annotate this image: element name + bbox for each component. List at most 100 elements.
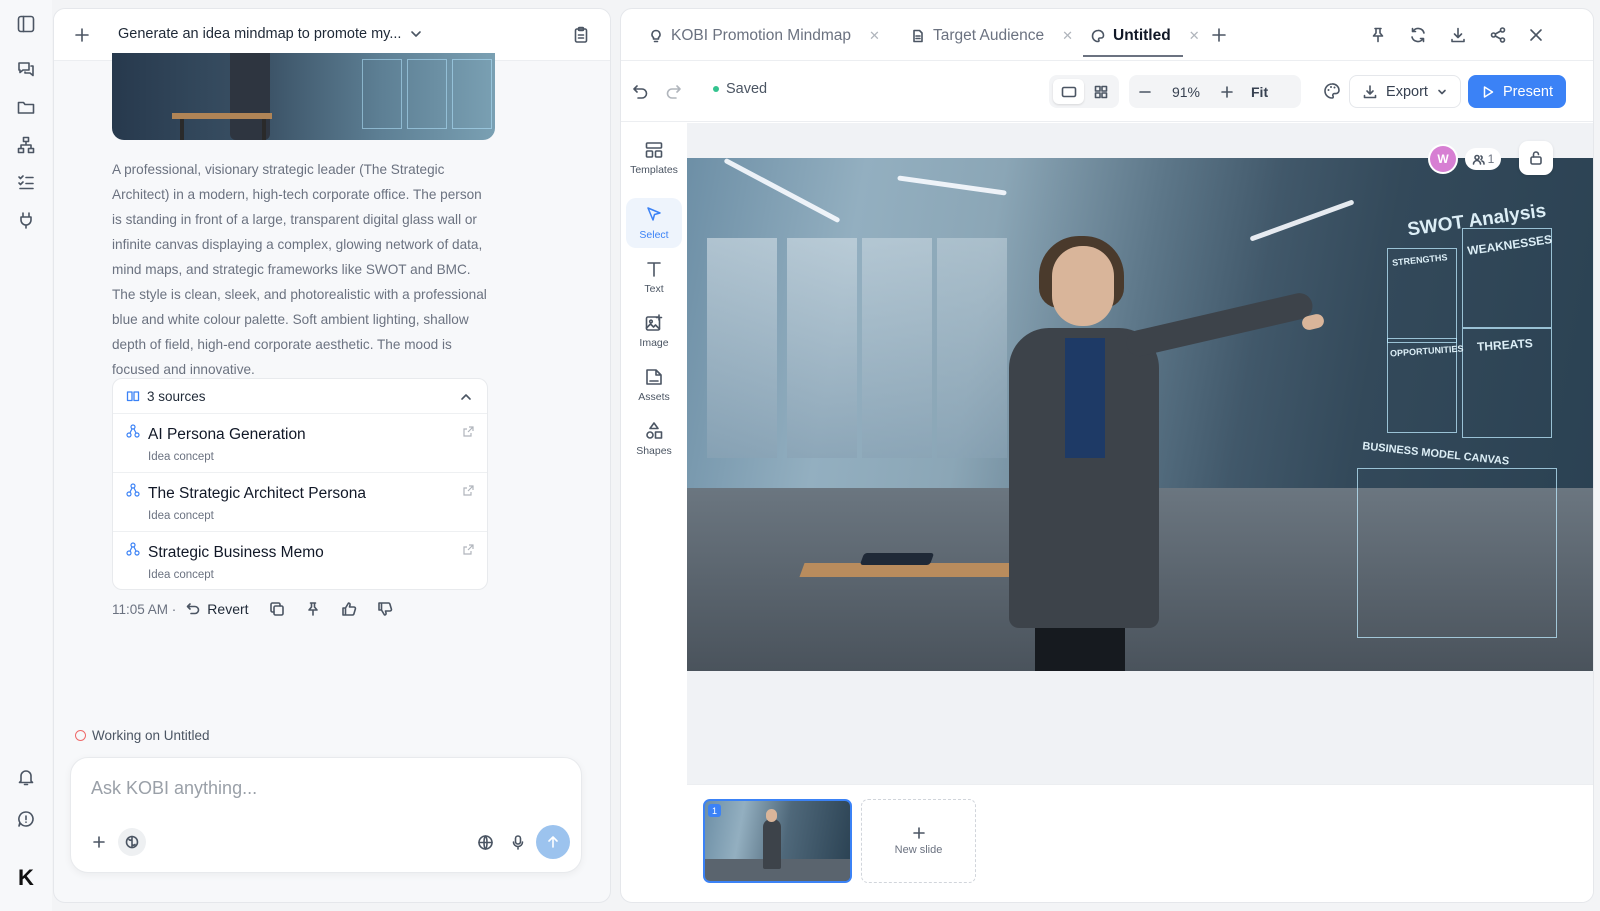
sources-toggle[interactable]: 3 sources: [113, 379, 487, 414]
chat-title-dropdown[interactable]: Generate an idea mindmap to promote my..…: [118, 26, 423, 42]
pin-icon[interactable]: [305, 601, 321, 617]
close-tab-icon[interactable]: ✕: [1062, 28, 1073, 44]
tool-shapes[interactable]: Shapes: [626, 414, 682, 464]
share-icon[interactable]: [1487, 24, 1509, 46]
collaborator-count-value: 1: [1487, 152, 1495, 166]
grid-view-icon[interactable]: [1085, 79, 1116, 104]
sources-card: 3 sources AI Persona Generation Idea con…: [112, 378, 488, 590]
templates-icon: [644, 140, 664, 160]
redo-icon[interactable]: [662, 80, 684, 102]
send-button[interactable]: [536, 825, 570, 859]
tool-templates[interactable]: Templates: [626, 133, 682, 183]
source-subtitle: Idea concept: [148, 510, 214, 522]
source-subtitle: Idea concept: [148, 569, 214, 581]
tool-label: Select: [639, 229, 669, 241]
mindmap-icon: [126, 424, 140, 438]
app-logo[interactable]: K: [14, 865, 38, 890]
attach-button[interactable]: [85, 828, 113, 856]
brain-mode-button[interactable]: [118, 828, 146, 856]
view-toggle: [1049, 75, 1119, 108]
external-link-icon[interactable]: [462, 425, 475, 438]
generated-image-preview[interactable]: [112, 53, 495, 140]
tool-text[interactable]: Text: [626, 252, 682, 302]
globe-icon[interactable]: [471, 828, 499, 856]
tab-target-audience[interactable]: Target Audience ✕: [911, 25, 1073, 47]
slide-canvas[interactable]: SWOT Analysis STRENGTHS WEAKNESSES OPPOR…: [687, 123, 1593, 784]
active-tab-indicator: [1083, 55, 1183, 57]
chat-input[interactable]: [91, 778, 551, 799]
document-icon: [911, 29, 925, 43]
download-icon[interactable]: [1447, 24, 1469, 46]
tab-bar: KOBI Promotion Mindmap ✕ Target Audience…: [621, 9, 1593, 61]
refresh-icon[interactable]: [1407, 24, 1429, 46]
undo-icon[interactable]: [629, 80, 651, 102]
message-timestamp: 11:05 AM ·: [112, 601, 177, 617]
close-tab-icon[interactable]: ✕: [869, 28, 880, 44]
slide-thumbnail[interactable]: 1: [703, 799, 852, 883]
tool-assets[interactable]: Assets: [626, 360, 682, 410]
present-button[interactable]: Present: [1468, 75, 1566, 108]
zoom-out-button[interactable]: [1129, 75, 1161, 108]
source-item[interactable]: AI Persona Generation Idea concept: [113, 414, 487, 473]
present-label: Present: [1503, 83, 1553, 100]
tab-label: Untitled: [1113, 27, 1171, 44]
palette-icon: [1091, 29, 1105, 43]
saved-label: Saved: [726, 81, 768, 97]
collaborator-count[interactable]: 1: [1465, 148, 1501, 170]
source-item[interactable]: Strategic Business Memo Idea concept: [113, 532, 487, 589]
tool-select[interactable]: Select: [626, 198, 682, 248]
bell-icon[interactable]: [14, 765, 38, 789]
zoom-value: 91%: [1171, 83, 1201, 100]
hierarchy-icon[interactable]: [14, 133, 38, 157]
close-icon[interactable]: [1525, 24, 1547, 46]
new-tab-button[interactable]: [1209, 25, 1229, 45]
tab-untitled[interactable]: Untitled ✕: [1091, 25, 1200, 47]
saved-dot: [713, 86, 719, 92]
chat-composer: [70, 757, 582, 873]
microphone-icon[interactable]: [504, 828, 532, 856]
tab-kobi-promotion-mindmap[interactable]: KOBI Promotion Mindmap ✕: [649, 25, 880, 47]
editor-panel: KOBI Promotion Mindmap ✕ Target Audience…: [620, 8, 1594, 903]
single-view-icon[interactable]: [1053, 79, 1084, 104]
plug-icon[interactable]: [14, 208, 38, 232]
thumbs-down-icon[interactable]: [377, 601, 393, 617]
feedback-icon[interactable]: [14, 807, 38, 831]
tool-label: Image: [639, 337, 669, 349]
play-icon: [1481, 85, 1495, 99]
unlock-icon[interactable]: [1519, 141, 1553, 175]
fit-button[interactable]: Fit: [1251, 84, 1268, 100]
external-link-icon[interactable]: [462, 543, 475, 556]
clipboard-icon[interactable]: [570, 24, 592, 46]
zoom-in-button[interactable]: [1211, 75, 1243, 108]
external-link-icon[interactable]: [462, 484, 475, 497]
thumbs-up-icon[interactable]: [341, 601, 357, 617]
source-title: AI Persona Generation: [148, 426, 306, 443]
save-status: Saved: [713, 81, 767, 97]
pin-icon[interactable]: [1367, 24, 1389, 46]
folder-icon[interactable]: [14, 95, 38, 119]
chats-icon[interactable]: [14, 57, 38, 81]
revert-button[interactable]: Revert: [186, 601, 249, 617]
export-button[interactable]: Export: [1349, 75, 1461, 108]
assets-icon: [644, 367, 664, 387]
close-tab-icon[interactable]: ✕: [1189, 28, 1200, 44]
tool-label: Assets: [638, 391, 670, 403]
plus-icon: [912, 826, 926, 840]
collaborator-avatar[interactable]: W: [1430, 146, 1456, 172]
tasks-icon[interactable]: [14, 170, 38, 194]
theme-palette-icon[interactable]: [1321, 80, 1343, 102]
users-icon: [1472, 153, 1485, 166]
tool-label: Shapes: [636, 445, 672, 457]
source-item[interactable]: The Strategic Architect Persona Idea con…: [113, 473, 487, 532]
new-slide-button[interactable]: New slide: [861, 799, 976, 883]
copy-icon[interactable]: [269, 601, 285, 617]
slide-image[interactable]: SWOT Analysis STRENGTHS WEAKNESSES OPPOR…: [687, 158, 1593, 671]
sidebar-toggle-icon[interactable]: [14, 12, 38, 36]
chat-panel: Generate an idea mindmap to promote my..…: [53, 8, 611, 903]
tool-image[interactable]: Image: [626, 306, 682, 356]
download-icon: [1362, 84, 1378, 100]
chevron-up-icon: [459, 390, 473, 404]
lightbulb-icon: [649, 29, 663, 43]
new-chat-button[interactable]: [72, 25, 92, 45]
tool-label: Text: [644, 283, 664, 295]
